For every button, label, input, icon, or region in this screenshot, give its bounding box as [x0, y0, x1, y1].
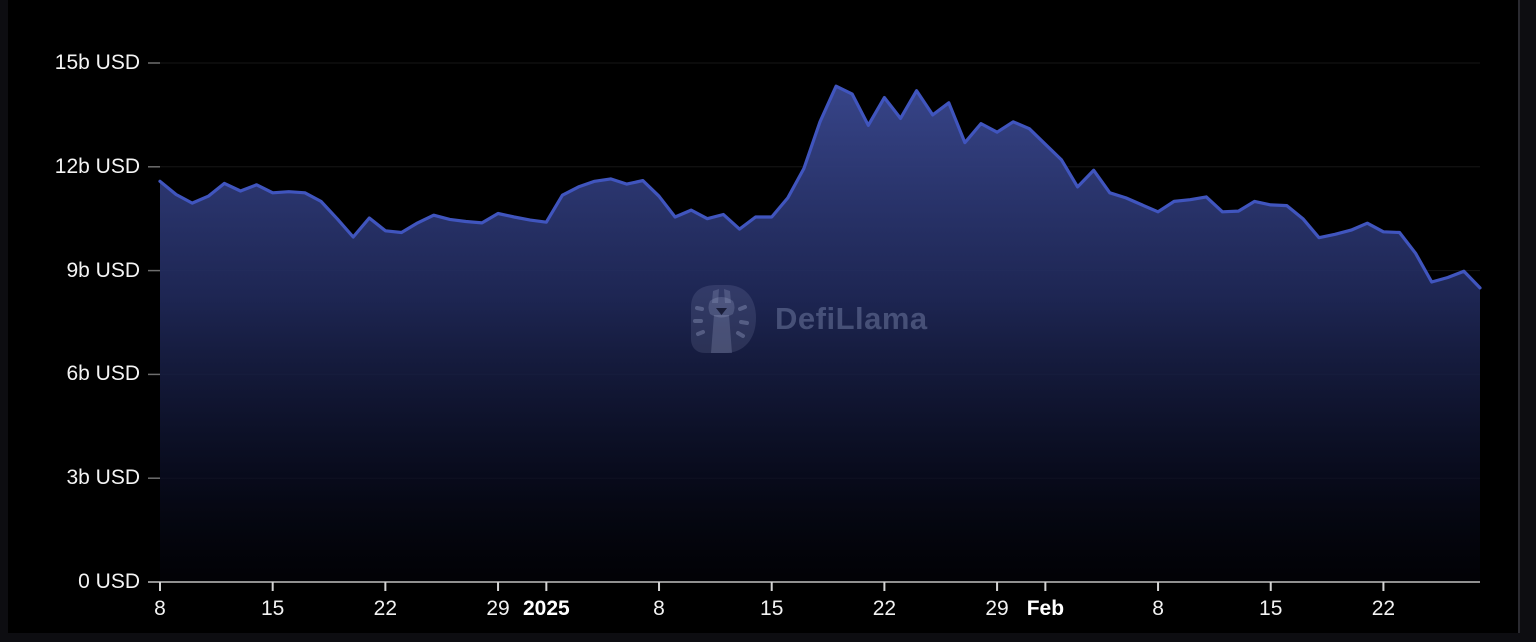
x-axis-label: 22	[1371, 597, 1396, 620]
x-axis-label: Feb	[1026, 597, 1065, 620]
x-axis-label: 22	[373, 597, 398, 620]
x-axis-label: 8	[653, 597, 665, 620]
x-axis-label: 8	[1152, 597, 1164, 620]
x-axis-label: 22	[872, 597, 897, 620]
y-axis-label: 6b USD	[66, 362, 140, 386]
y-axis-label: 9b USD	[66, 258, 140, 282]
tvl-area-chart[interactable]	[0, 0, 1536, 642]
axes	[148, 581, 1480, 591]
x-axis-label: 15	[260, 597, 285, 620]
x-axis-label: 15	[1259, 597, 1283, 620]
y-axis-label: 12b USD	[54, 154, 140, 178]
x-axis-label: 8	[154, 597, 166, 620]
y-axis-label: 0 USD	[78, 570, 140, 593]
area-series-fill	[160, 86, 1480, 582]
y-axis-label: 3b USD	[66, 466, 140, 490]
x-axis-label: 2025	[522, 597, 570, 620]
y-axis-label: 15b USD	[54, 51, 140, 74]
x-axis-label: 15	[760, 597, 784, 620]
